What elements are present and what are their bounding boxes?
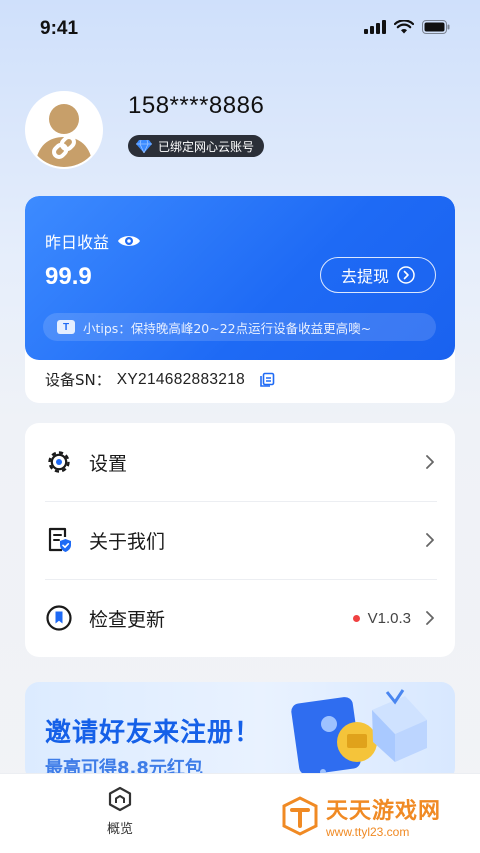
status-time: 9:41 xyxy=(40,18,79,39)
arrow-circle-icon xyxy=(397,266,415,284)
earnings-value: 99.9 xyxy=(45,263,92,290)
chevron-right-icon xyxy=(426,533,434,547)
earnings-header: 昨日收益 99.9 去提现 T 小tips：保持晚高峰20~22点运行设备收益更… xyxy=(25,196,455,360)
version-text: V1.0.3 xyxy=(367,609,411,627)
version-indicator: V1.0.3 xyxy=(352,609,411,627)
watermark-text: 天天游戏网 www.ttyl23.com xyxy=(326,793,441,839)
overview-icon xyxy=(108,786,132,812)
watermark-title: 天天游戏网 xyxy=(326,799,442,824)
chevron-right-icon xyxy=(426,611,434,625)
tips-icon: T xyxy=(57,320,75,334)
earnings-card: 昨日收益 99.9 去提现 T 小tips：保持晚高峰20~22点运行设备收益更… xyxy=(25,196,455,403)
cellular-signal-icon xyxy=(364,20,386,34)
account-bound-label: 已绑定网心云账号 xyxy=(158,139,255,154)
watermark: 天天游戏网 www.ttyl23.com xyxy=(280,793,441,839)
tips-text: 小tips：保持晚高峰20~22点运行设备收益更高噢~ xyxy=(83,320,372,336)
status-icons xyxy=(364,20,450,34)
wifi-icon xyxy=(394,20,414,34)
default-avatar-icon xyxy=(27,93,101,167)
invite-banner[interactable]: 邀请好友来注册！ 最高可得8.8元红包 xyxy=(25,682,455,782)
watermark-url: www.ttyl23.com xyxy=(326,825,410,839)
eye-icon[interactable] xyxy=(117,233,141,249)
status-bar: 9:41 xyxy=(0,0,480,60)
earnings-label: 昨日收益 xyxy=(45,233,110,252)
tab-label: 概览 xyxy=(106,822,133,837)
avatar[interactable] xyxy=(25,91,103,169)
diamond-icon xyxy=(136,139,152,153)
tips-bar: T 小tips：保持晚高峰20~22点运行设备收益更高噢~ xyxy=(43,313,436,341)
withdraw-button[interactable]: 去提现 xyxy=(320,257,436,293)
copy-icon[interactable] xyxy=(259,372,275,388)
earnings-label-row: 昨日收益 xyxy=(45,229,141,253)
gift-illustration-icon xyxy=(291,689,427,775)
menu-item-check-update[interactable]: 检查更新 V1.0.3 xyxy=(25,579,455,657)
menu-card: 设置 关于我们 检查更新 V1.0.3 xyxy=(25,423,455,657)
withdraw-label: 去提现 xyxy=(340,267,389,286)
menu-item-label: 设置 xyxy=(89,452,128,475)
gear-icon xyxy=(45,448,73,476)
update-dot xyxy=(352,614,360,622)
invite-title: 邀请好友来注册！ xyxy=(45,718,262,748)
account-bound-badge[interactable]: 已绑定网心云账号 xyxy=(128,135,265,157)
device-sn-label: 设备SN： xyxy=(45,371,111,389)
document-shield-icon xyxy=(45,526,73,554)
battery-icon xyxy=(422,20,450,34)
device-sn-row: 设备SN： XY214682883218 xyxy=(45,369,275,390)
tab-overview[interactable]: 概览 xyxy=(95,786,145,837)
menu-item-settings[interactable]: 设置 xyxy=(25,423,455,501)
menu-item-label: 检查更新 xyxy=(89,608,166,631)
menu-item-about-us[interactable]: 关于我们 xyxy=(25,501,455,579)
phone-number: 158****8886 xyxy=(128,92,265,119)
chevron-right-icon xyxy=(426,455,434,469)
menu-item-label: 关于我们 xyxy=(89,530,166,553)
bookmark-circle-icon xyxy=(45,604,73,632)
watermark-logo-icon xyxy=(282,796,318,836)
device-sn-value: XY214682883218 xyxy=(116,370,246,388)
